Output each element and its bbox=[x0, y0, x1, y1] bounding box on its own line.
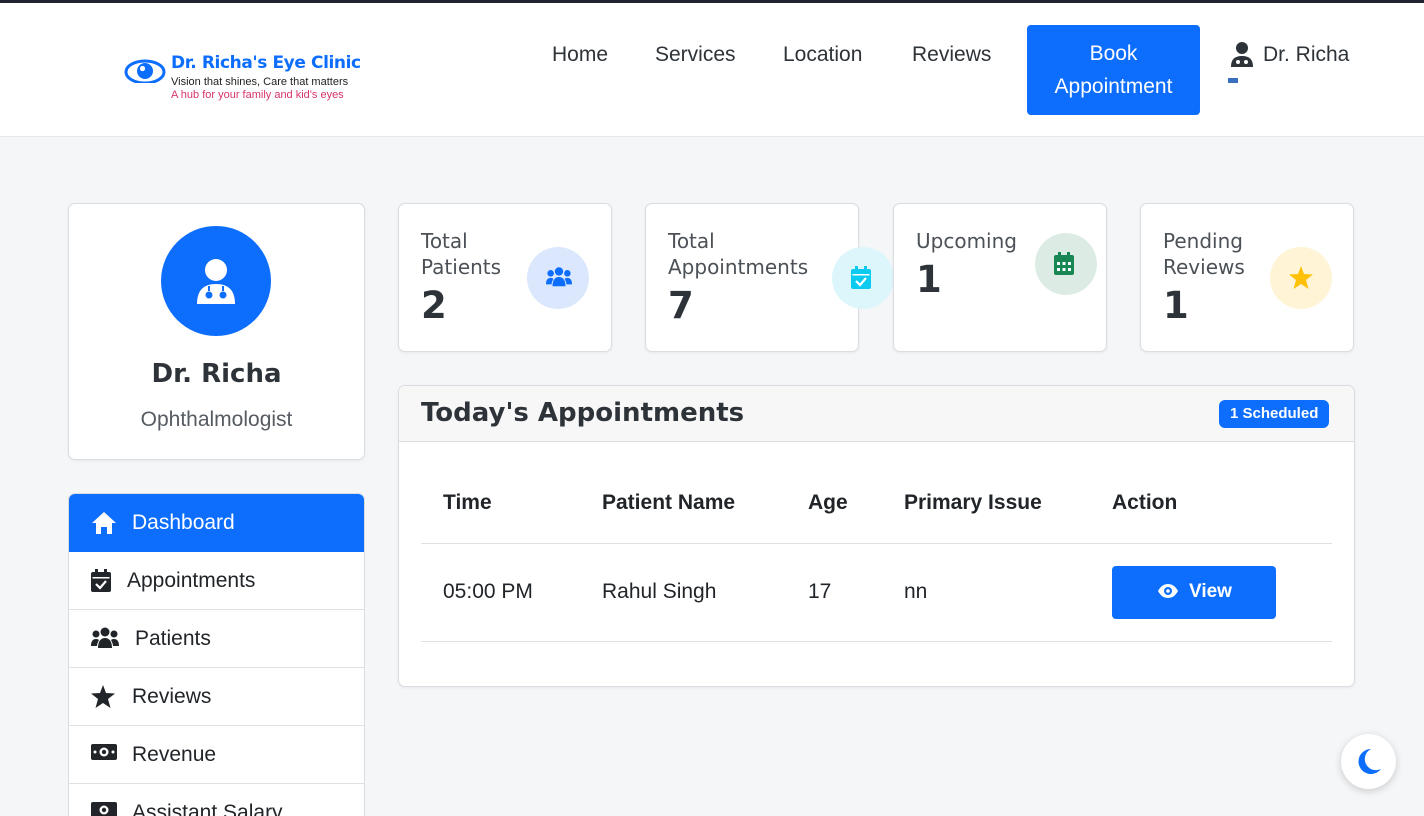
user-name: Dr. Richa bbox=[1263, 43, 1350, 66]
star-icon bbox=[91, 685, 115, 708]
nav-location[interactable]: Location bbox=[783, 43, 862, 67]
profile-card: Dr. Richa Ophthalmologist bbox=[68, 203, 365, 460]
sidebar-item-label: Revenue bbox=[132, 743, 217, 766]
nav-services[interactable]: Services bbox=[655, 43, 736, 67]
cell-patient-name: Rahul Singh bbox=[602, 580, 717, 603]
sidebar-item-label: Patients bbox=[135, 627, 211, 650]
cell-time: 05:00 PM bbox=[443, 580, 533, 603]
sidebar-item-appointments[interactable]: Appointments bbox=[69, 552, 364, 610]
avatar bbox=[161, 226, 271, 336]
column-header-time: Time bbox=[443, 491, 492, 514]
sidebar-item-reviews[interactable]: Reviews bbox=[69, 668, 364, 726]
column-header-action: Action bbox=[1112, 491, 1178, 514]
sidebar-item-revenue[interactable]: Revenue bbox=[69, 726, 364, 784]
stat-value: 2 bbox=[421, 284, 447, 327]
user-doctor-icon bbox=[1231, 42, 1253, 67]
table-row-divider bbox=[421, 641, 1332, 642]
sidebar-item-label: Appointments bbox=[127, 569, 256, 592]
stat-title: Pending Reviews bbox=[1163, 229, 1245, 279]
calendar-check-icon bbox=[91, 569, 111, 592]
brand-tagline: Vision that shines, Care that matters bbox=[171, 76, 349, 88]
brand-logo[interactable]: Dr. Richa's Eye Clinic Vision that shine… bbox=[124, 53, 384, 105]
stat-card-upcoming: Upcoming 1 bbox=[893, 203, 1107, 352]
calendar-check-icon bbox=[851, 266, 871, 289]
money-bill-icon bbox=[91, 744, 117, 760]
brand-name: Dr. Richa's Eye Clinic bbox=[171, 53, 361, 73]
users-icon bbox=[91, 627, 119, 648]
stat-title: Total Appointments bbox=[668, 229, 809, 279]
view-appointment-button[interactable]: View bbox=[1112, 566, 1276, 619]
cell-primary-issue: nn bbox=[904, 580, 928, 603]
stat-value: 7 bbox=[668, 284, 694, 327]
top-navbar: Dr. Richa's Eye Clinic Vision that shine… bbox=[0, 3, 1424, 137]
cell-age: 17 bbox=[808, 580, 832, 603]
user-doctor-icon bbox=[197, 259, 235, 304]
stat-value: 1 bbox=[916, 258, 942, 301]
book-button-line1: Book bbox=[1089, 42, 1138, 65]
home-icon bbox=[92, 512, 116, 534]
eye-icon bbox=[1158, 584, 1178, 598]
sidebar-item-patients[interactable]: Patients bbox=[69, 610, 364, 668]
todays-appointments-panel: Today's Appointments 1 Scheduled Time Pa… bbox=[398, 385, 1355, 687]
sidebar-item-label: Assistant Salary bbox=[132, 801, 283, 816]
eye-icon bbox=[124, 59, 166, 83]
view-button-label: View bbox=[1189, 581, 1232, 602]
user-menu-caret[interactable] bbox=[1228, 78, 1238, 83]
book-appointment-button[interactable]: Book Appointment bbox=[1027, 25, 1200, 115]
stat-card-total-appointments: Total Appointments 7 bbox=[645, 203, 894, 352]
column-header-age: Age bbox=[808, 491, 848, 514]
stat-value: 1 bbox=[1163, 284, 1189, 327]
sidebar-item-assistant-salary[interactable]: Assistant Salary bbox=[69, 784, 364, 816]
profile-role: Ophthalmologist bbox=[140, 408, 293, 431]
stat-title: Total Patients bbox=[421, 229, 502, 279]
brand-subtagline: A hub for your family and kid's eyes bbox=[171, 89, 344, 101]
panel-header: Today's Appointments 1 Scheduled bbox=[399, 386, 1354, 442]
book-button-line2: Appointment bbox=[1054, 75, 1173, 98]
moon-icon bbox=[1358, 749, 1381, 774]
nav-reviews[interactable]: Reviews bbox=[912, 43, 991, 67]
stat-icon-circle bbox=[832, 247, 894, 309]
profile-name: Dr. Richa bbox=[151, 359, 282, 389]
panel-title: Today's Appointments bbox=[421, 398, 745, 428]
users-icon bbox=[546, 267, 572, 287]
calendar-icon bbox=[1054, 252, 1074, 275]
column-header-primary-issue: Primary Issue bbox=[904, 491, 1042, 514]
theme-toggle-button[interactable] bbox=[1341, 734, 1396, 789]
table-header-divider bbox=[421, 543, 1332, 544]
stat-card-pending-reviews: Pending Reviews 1 bbox=[1140, 203, 1354, 352]
sidebar-menu: Dashboard Appointments Patients Reviews bbox=[68, 493, 365, 816]
stat-icon-circle bbox=[1035, 233, 1097, 295]
stat-title: Upcoming bbox=[916, 229, 1017, 253]
money-bill-icon bbox=[91, 802, 117, 816]
stat-icon-circle bbox=[1270, 247, 1332, 309]
sidebar-item-label: Reviews bbox=[132, 685, 212, 708]
nav-home[interactable]: Home bbox=[552, 43, 608, 67]
stat-icon-circle bbox=[527, 247, 589, 309]
sidebar-item-label: Dashboard bbox=[132, 511, 235, 534]
scheduled-badge: 1 Scheduled bbox=[1219, 400, 1330, 428]
column-header-patient-name: Patient Name bbox=[602, 491, 736, 514]
stat-card-total-patients: Total Patients 2 bbox=[398, 203, 612, 352]
star-icon bbox=[1289, 266, 1313, 289]
sidebar-item-dashboard[interactable]: Dashboard bbox=[69, 494, 364, 552]
